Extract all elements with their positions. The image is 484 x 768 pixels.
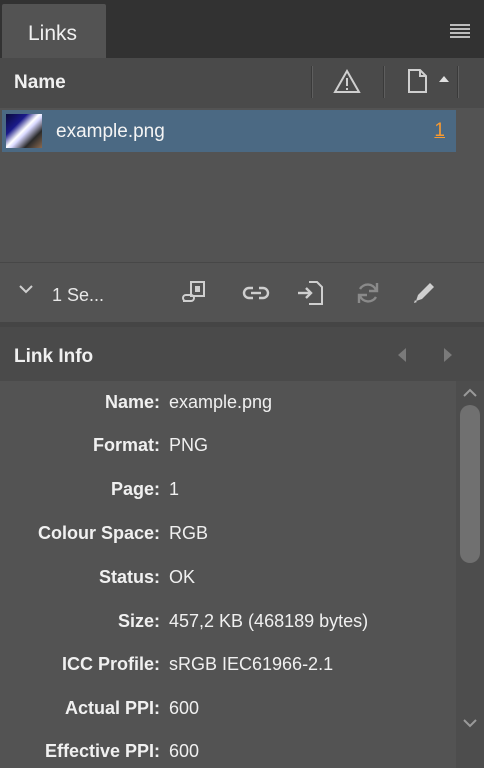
field-value: 600 [169,741,200,761]
column-separator [311,66,313,98]
tab-links[interactable]: Links [2,4,106,58]
field-label: Effective PPI: [44,741,160,761]
links-list: example.png 1 [0,108,484,262]
info-field-format: Format: PNG [0,431,456,461]
image-thumbnail [6,114,42,148]
field-label: Format: [93,435,160,455]
links-toolbar: 1 Se... [0,262,484,323]
link-info-title: Link Info [14,346,94,367]
go-to-link-icon[interactable] [296,279,324,307]
column-separator [383,66,385,98]
field-label: Actual PPI: [64,698,160,718]
relink-icon[interactable] [242,279,270,307]
chevron-down-icon[interactable] [18,283,34,295]
next-link-icon[interactable] [442,347,454,363]
link-row[interactable]: example.png 1 [2,110,456,152]
field-label: Size: [117,611,160,631]
field-value: 1 [169,479,180,499]
info-field-status: Status: OK [0,563,456,593]
info-field-colour-space: Colour Space: RGB [0,519,456,549]
name-column-header[interactable]: Name [14,72,66,94]
field-value: OK [169,567,196,587]
hamburger-menu-icon[interactable] [450,24,470,40]
tab-links-label: Links [28,22,78,45]
field-label: Page: [110,479,160,499]
field-value: PNG [169,435,209,455]
previous-link-icon[interactable] [396,347,408,363]
link-info-header: Link Info [0,327,484,381]
field-value: RGB [169,523,209,543]
sort-ascending-icon[interactable] [438,75,450,83]
link-page-number[interactable]: 1 [434,120,445,142]
info-field-actual-ppi: Actual PPI: 600 [0,694,456,724]
scroll-up-icon[interactable] [462,387,478,399]
info-field-effective-ppi: Effective PPI: 600 [0,737,456,767]
field-label: ICC Profile: [61,654,160,674]
field-label: Colour Space: [37,523,160,543]
field-label: Status: [98,567,160,587]
edit-original-icon[interactable] [410,279,438,307]
info-field-icc-profile: ICC Profile: sRGB IEC61966-2.1 [0,650,456,680]
link-info-scrollbar[interactable] [456,381,484,768]
info-field-name: Name: example.png [0,388,456,418]
page-icon[interactable] [406,68,430,94]
scroll-down-icon[interactable] [462,717,478,729]
column-separator [457,66,459,98]
info-field-size: Size: 457,2 KB (468189 bytes) [0,607,456,637]
warning-icon[interactable] [333,69,361,95]
field-value: 457,2 KB (468189 bytes) [169,611,369,631]
field-value: sRGB IEC61966-2.1 [169,654,334,674]
links-column-header: Name [0,58,484,108]
update-link-icon[interactable] [354,279,382,307]
field-label: Name: [104,392,160,412]
relink-to-folder-icon[interactable] [180,279,208,307]
selection-count: 1 Se... [52,285,105,305]
field-value: 600 [169,698,200,718]
field-value: example.png [169,392,273,412]
panel-tab-bar: Links [0,0,484,58]
link-filename: example.png [56,121,165,142]
link-info-body: Name: example.png Format: PNG Page: 1 Co… [0,381,456,768]
info-field-page: Page: 1 [0,475,456,505]
scrollbar-thumb[interactable] [460,405,480,563]
